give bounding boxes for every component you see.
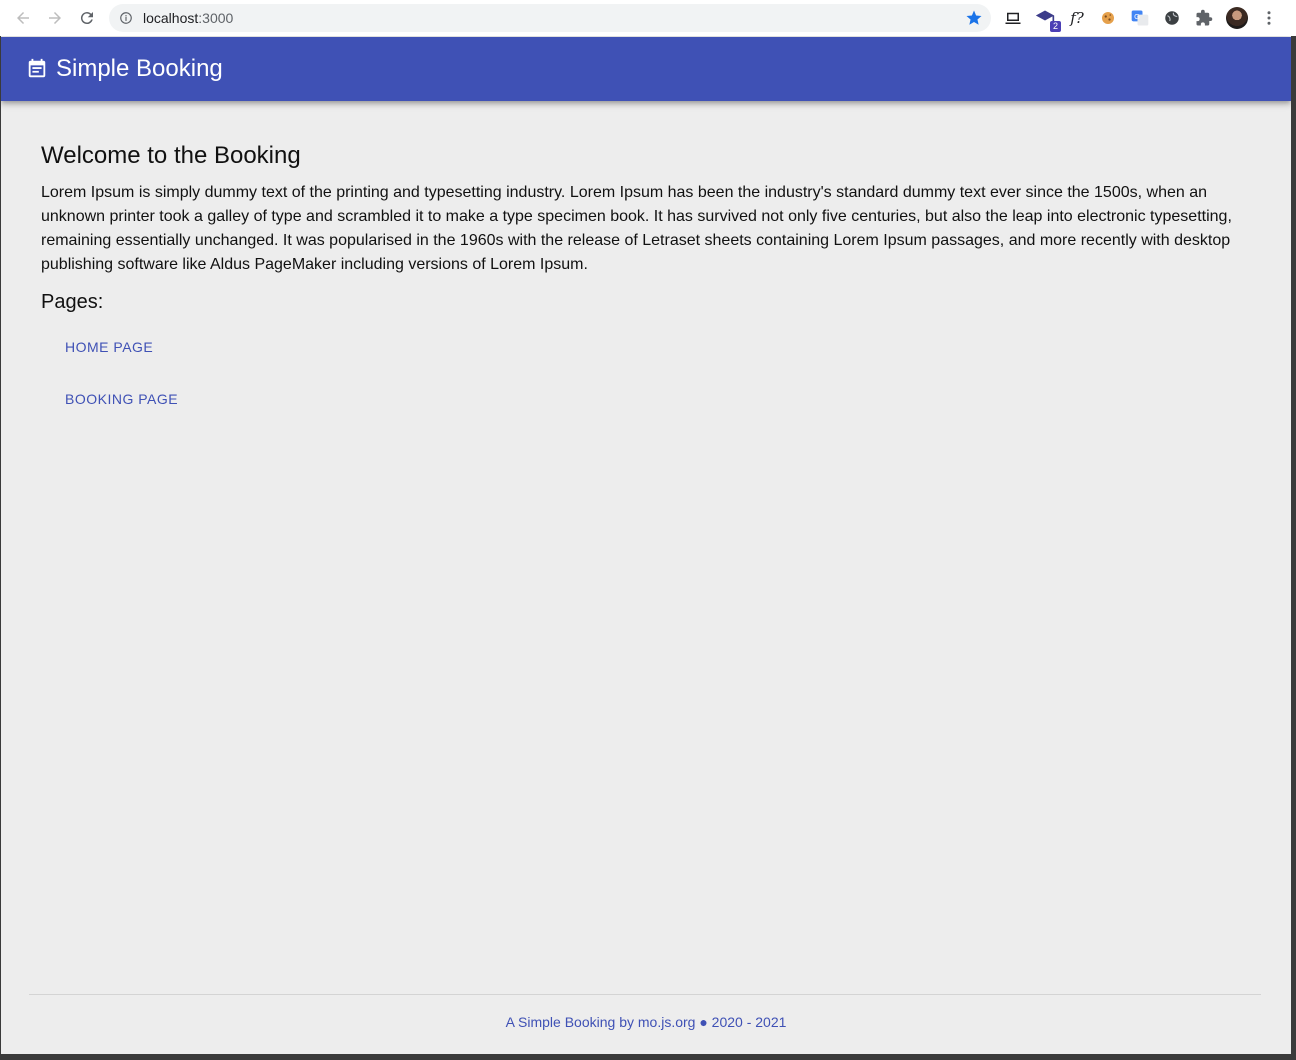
info-icon[interactable] — [119, 11, 133, 25]
booking-page-link[interactable]: BOOKING PAGE — [41, 389, 1253, 441]
globe-icon — [1165, 11, 1179, 25]
pages-heading: Pages: — [41, 291, 104, 313]
extensions-button[interactable] — [1194, 8, 1214, 28]
url-text[interactable]: localhost:3000 — [143, 10, 233, 26]
forward-button[interactable] — [43, 6, 67, 30]
page-viewport: Simple Booking Welcome to the Booking Lo… — [1, 36, 1291, 1054]
reload-icon — [80, 12, 93, 25]
footer: A Simple Booking by mo.js.org ● 2020 - 2… — [1, 1013, 1291, 1031]
cookie-icon — [1102, 12, 1114, 24]
more-vert-icon — [1267, 11, 1271, 25]
arrow-left-icon — [17, 12, 29, 24]
footer-divider — [29, 994, 1261, 995]
fx-extension[interactable]: f? — [1067, 8, 1087, 28]
svg-text:G: G — [1134, 12, 1140, 21]
graduation-extension[interactable]: 2 — [1035, 8, 1061, 32]
home-page-link[interactable]: HOME PAGE — [41, 337, 1253, 389]
back-button[interactable] — [11, 6, 35, 30]
translate-extension[interactable]: G — [1130, 8, 1150, 28]
browser-toolbar: localhost:3000 2 f? G — [0, 0, 1296, 36]
laptop-icon — [1005, 12, 1021, 24]
translate-icon: G — [1131, 10, 1149, 26]
address-bar[interactable]: localhost:3000 — [109, 4, 991, 32]
browser-menu-button[interactable] — [1259, 8, 1279, 28]
extension-badge: 2 — [1049, 21, 1061, 32]
cast-extension[interactable] — [1003, 8, 1023, 28]
url-port: :3000 — [198, 10, 234, 26]
intro-paragraph: Lorem Ipsum is simply dummy text of the … — [41, 184, 1232, 273]
reload-button[interactable] — [75, 6, 99, 30]
fx-label: f? — [1070, 9, 1084, 27]
url-host: localhost — [143, 10, 199, 26]
list-item: BOOKING PAGE — [41, 389, 1253, 441]
page-title: Welcome to the Booking — [41, 142, 301, 169]
arrow-right-icon — [49, 12, 61, 24]
puzzle-icon — [1196, 9, 1213, 26]
pages-list: HOME PAGE BOOKING PAGE — [41, 337, 1253, 441]
bookmark-star-icon[interactable] — [965, 9, 983, 27]
globe-extension[interactable] — [1162, 8, 1182, 28]
cookie-extension[interactable] — [1098, 8, 1118, 28]
footer-text: A Simple Booking by mo.js.org ● 2020 - 2… — [505, 1014, 787, 1030]
profile-avatar[interactable] — [1226, 7, 1248, 29]
app-title: Simple Booking — [56, 55, 223, 82]
event-note-icon — [28, 58, 46, 78]
list-item: HOME PAGE — [41, 337, 1253, 389]
main-content: Welcome to the Booking Lorem Ipsum is si… — [41, 142, 1253, 441]
app-bar: Simple Booking — [1, 37, 1291, 101]
